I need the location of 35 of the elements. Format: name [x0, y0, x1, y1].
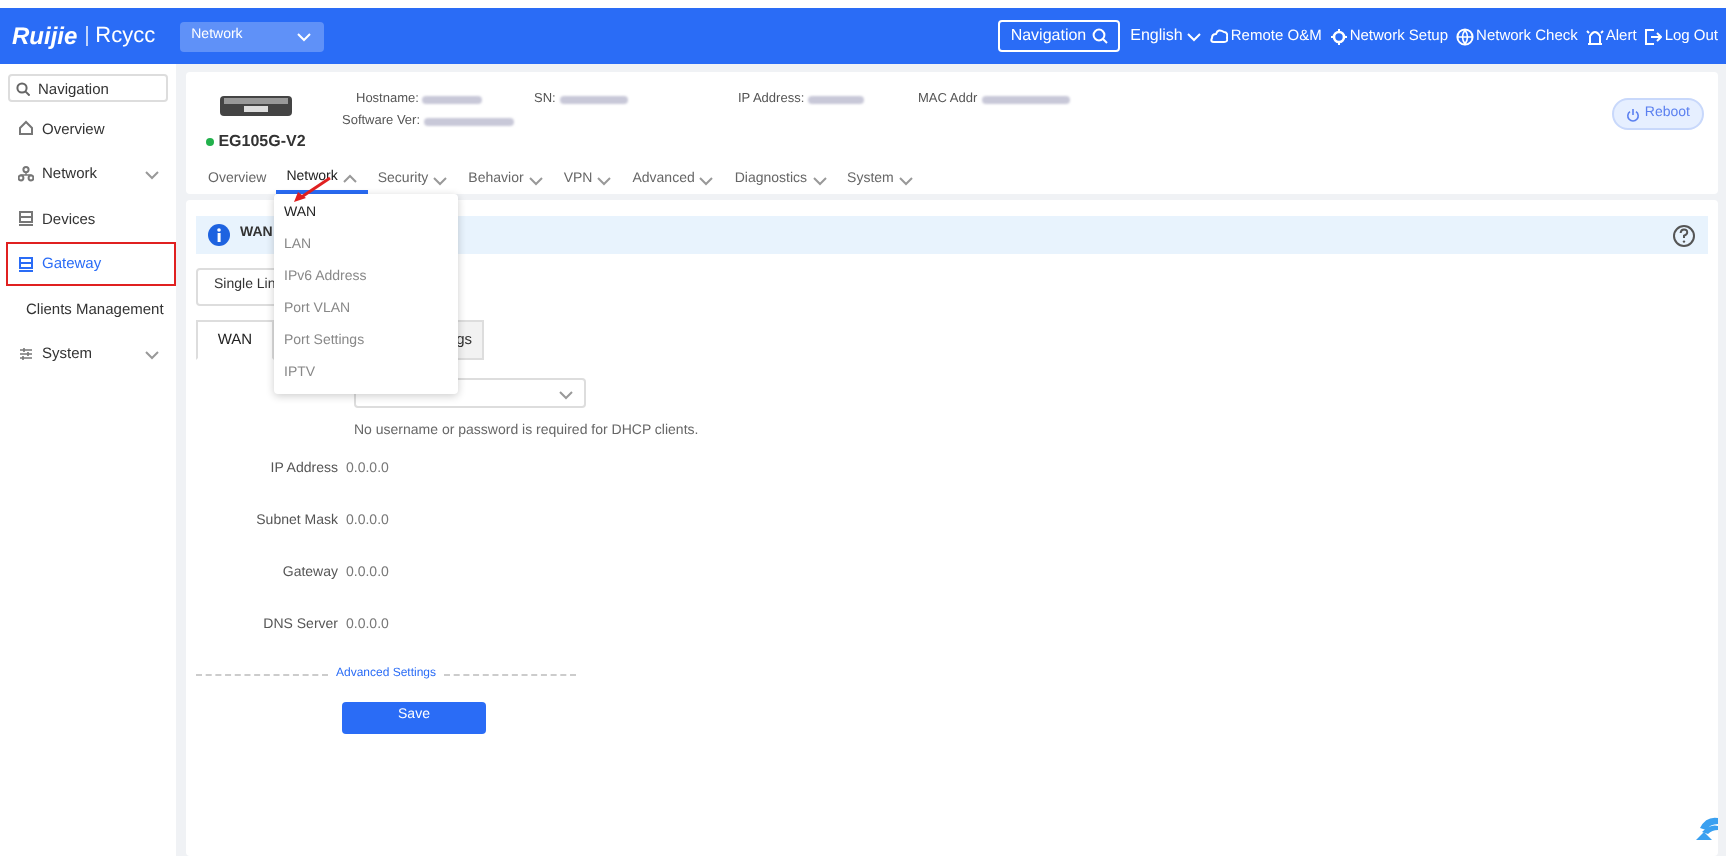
gateway-icon: [18, 255, 34, 272]
caret-icon: [527, 174, 544, 186]
device-model: EG105G-V2: [218, 130, 306, 154]
search-icon: [1092, 28, 1109, 44]
caret-icon: [295, 30, 312, 42]
language-select[interactable]: English: [1130, 24, 1203, 48]
caret-icon: [596, 174, 613, 186]
redacted-value: [808, 95, 865, 104]
device-icon: [18, 210, 34, 227]
logo: Ruijie: [12, 20, 78, 54]
info-icon: [208, 224, 230, 246]
caret-icon: [811, 174, 828, 186]
navigation-search-button[interactable]: Navigation: [998, 20, 1121, 52]
caret-icon: [341, 172, 358, 184]
router-icon: [218, 92, 294, 120]
logout-icon: [1644, 27, 1663, 45]
network-icon: [18, 165, 34, 182]
home-icon: [18, 120, 34, 137]
caret-icon: [432, 174, 449, 186]
cloud-icon: [1210, 27, 1229, 45]
caret-icon: [698, 174, 715, 186]
caret-icon: [1186, 30, 1203, 42]
redacted-value: [422, 95, 483, 104]
brand-name: Rcycc: [95, 21, 156, 52]
caret-icon: [897, 174, 914, 186]
power-icon: [1626, 107, 1641, 121]
redacted-value: [559, 95, 628, 104]
settings-icon: [18, 345, 34, 362]
help-icon: [1672, 223, 1696, 247]
redacted-value: [424, 117, 515, 126]
search-icon: [16, 81, 30, 95]
globe-icon: [1456, 27, 1475, 45]
caret-icon: [558, 387, 574, 399]
alarm-icon: [1585, 27, 1604, 45]
redacted-value: [981, 95, 1070, 104]
